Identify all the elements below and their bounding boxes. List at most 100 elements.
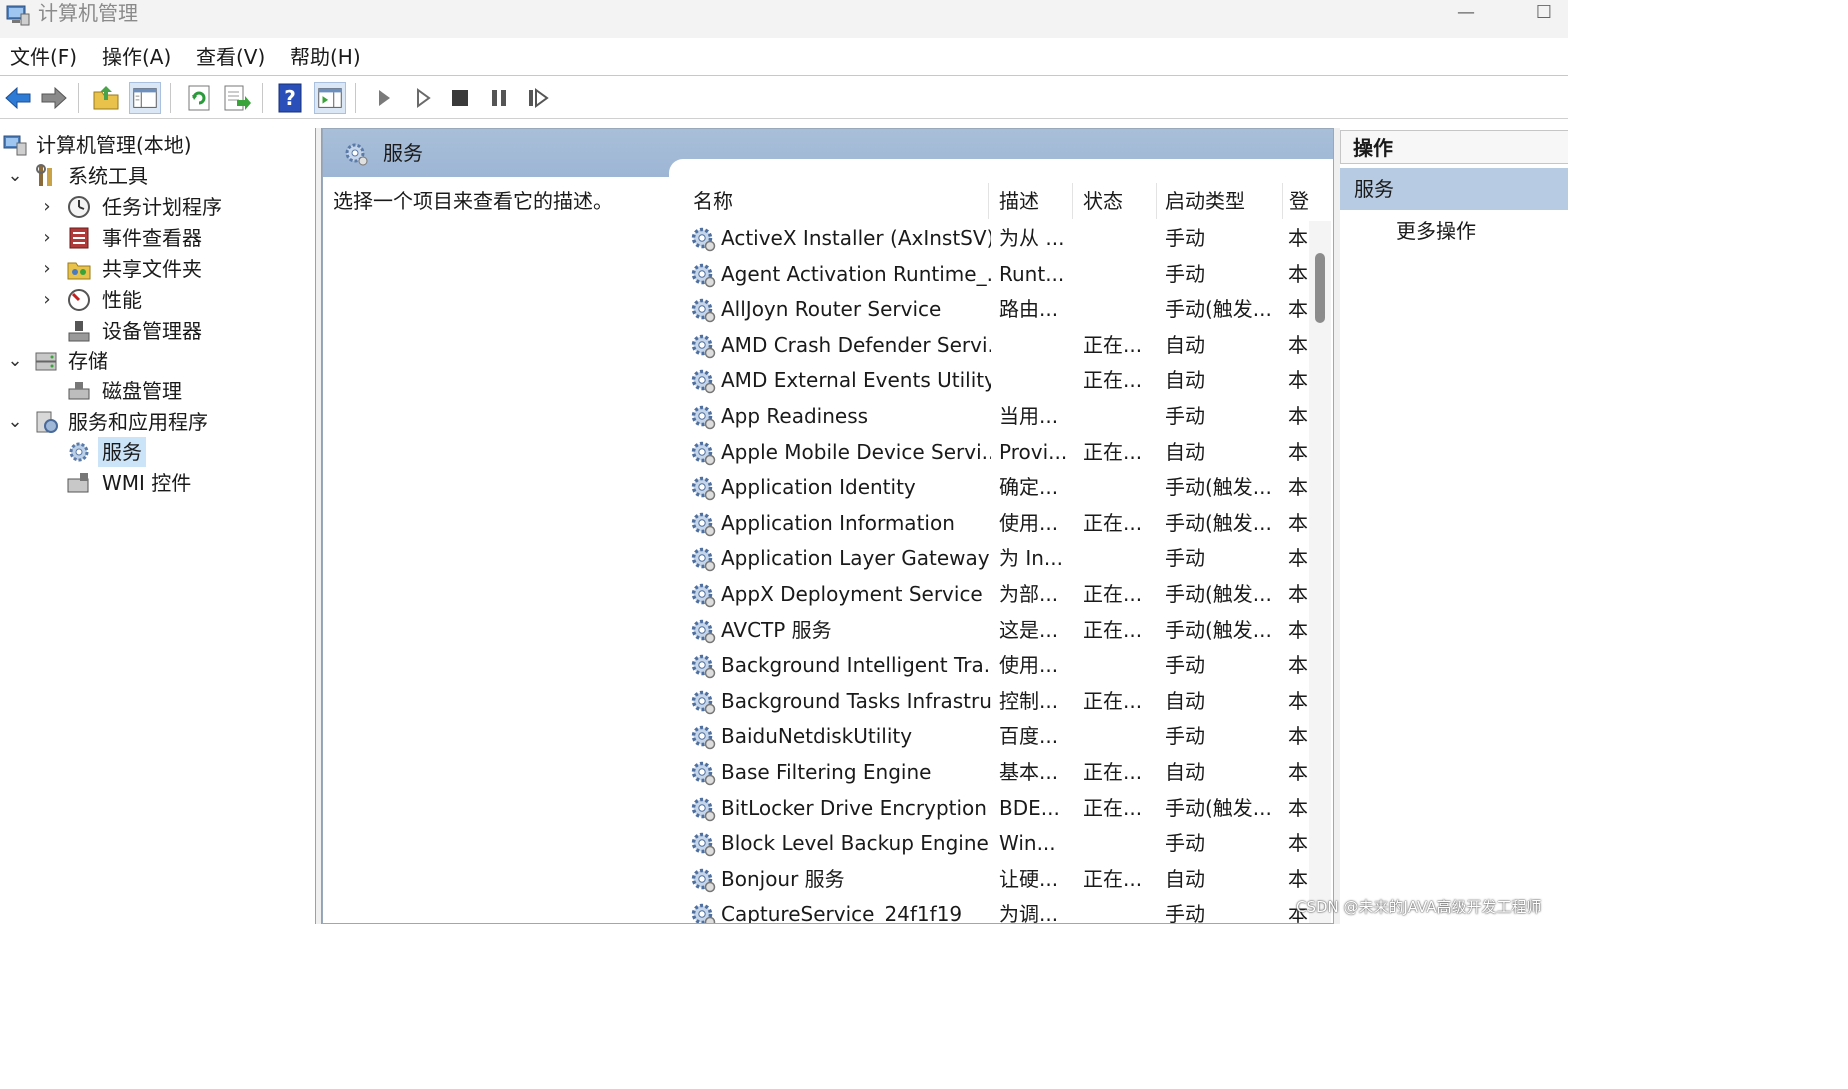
- chevron-down-icon[interactable]: ⌄: [5, 161, 25, 191]
- svg-text:?: ?: [284, 86, 296, 110]
- chevron-down-icon[interactable]: ⌄: [5, 407, 25, 437]
- services-and-applications-icon: [36, 411, 58, 433]
- event-viewer-icon: [69, 227, 89, 249]
- service-row[interactable]: Application Layer Gateway ... 为 In... 手动 本: [687, 541, 1309, 576]
- service-name: Apple Mobile Device Servi...: [721, 439, 991, 464]
- service-row[interactable]: Background Intelligent Tra... 使用... 手动 本: [687, 648, 1309, 683]
- service-row[interactable]: Apple Mobile Device Servi... Provi... 正在..…: [687, 435, 1309, 470]
- service-name: ActiveX Installer (AxInstSV): [721, 226, 991, 250]
- service-row[interactable]: AVCTP 服务 这是... 正在... 手动(触发... 本: [687, 613, 1309, 648]
- service-row[interactable]: BaiduNetdiskUtility 百度... 手动 本: [687, 719, 1309, 754]
- menu-view[interactable]: 查看(V): [196, 44, 265, 70]
- service-row[interactable]: ActiveX Installer (AxInstSV) 为从 ... 手动 本: [687, 221, 1309, 256]
- gear-icon: [69, 442, 89, 462]
- vertical-scrollbar[interactable]: [1309, 221, 1331, 923]
- service-gear-icon: [689, 332, 717, 360]
- chevron-down-icon[interactable]: ⌄: [5, 346, 25, 376]
- action-section-services[interactable]: 服务: [1340, 168, 1568, 210]
- export-list-icon[interactable]: [221, 82, 253, 114]
- chevron-right-icon[interactable]: ›: [37, 254, 57, 284]
- service-row[interactable]: CaptureService_24f1f19 为调... 手动本: [687, 897, 1309, 923]
- service-startup-type: 自动: [1165, 760, 1205, 784]
- start-service-alt-icon[interactable]: [407, 82, 439, 114]
- stop-service-icon[interactable]: [444, 82, 476, 114]
- service-logon: 本: [1288, 795, 1308, 820]
- back-arrow-icon[interactable]: [2, 82, 34, 114]
- service-description: 基本...: [999, 760, 1059, 784]
- service-row[interactable]: Agent Activation Runtime_... Runt... 手动 本: [687, 257, 1309, 292]
- service-name: Application Information: [721, 510, 955, 535]
- pause-service-icon[interactable]: [483, 82, 515, 114]
- minimize-button[interactable]: —: [1452, 2, 1480, 24]
- service-row[interactable]: Block Level Backup Engine ... Win... 手动 本: [687, 826, 1309, 861]
- maximize-button[interactable]: ☐: [1530, 2, 1558, 24]
- service-gear-icon: [689, 296, 717, 324]
- chevron-right-icon[interactable]: ›: [37, 192, 57, 222]
- service-status: 正在...: [1083, 688, 1143, 713]
- service-startup-type: 手动: [1165, 831, 1205, 856]
- more-actions[interactable]: 更多操作: [1396, 216, 1476, 246]
- menu-help[interactable]: 帮助(H): [290, 44, 361, 70]
- menu-file[interactable]: 文件(F): [10, 44, 77, 70]
- service-description: 这是...: [999, 617, 1059, 642]
- service-row[interactable]: Application Identity 确定... 手动(触发... 本: [687, 470, 1309, 505]
- disk-management-icon: [68, 382, 90, 400]
- help-icon[interactable]: ?: [274, 82, 306, 114]
- watermark: CSDN @未来的JAVA高级开发工程师: [1296, 898, 1542, 916]
- service-status: 正在...: [1083, 368, 1143, 393]
- service-name: Background Tasks Infrastru...: [721, 688, 991, 713]
- column-description[interactable]: 描述: [993, 183, 1073, 219]
- service-row[interactable]: App Readiness 当用... 手动 本: [687, 399, 1309, 434]
- service-startup-type: 手动: [1165, 404, 1205, 428]
- scrollbar-thumb[interactable]: [1315, 253, 1325, 323]
- chevron-right-icon[interactable]: ›: [37, 223, 57, 253]
- service-logon: 本: [1288, 439, 1308, 464]
- service-row[interactable]: AMD External Events Utility 正在... 自动 本: [687, 363, 1309, 398]
- forward-arrow-icon[interactable]: [38, 82, 70, 114]
- service-name: Application Identity: [721, 475, 916, 500]
- service-row[interactable]: AppX Deployment Service ... 为部... 正在... 手动(…: [687, 577, 1309, 612]
- chevron-right-icon[interactable]: ›: [37, 285, 57, 315]
- wmi-control-icon: [67, 473, 89, 493]
- service-description: Provi...: [999, 439, 1068, 464]
- service-row[interactable]: Application Information 使用... 正在... 手动(触发..…: [687, 506, 1309, 541]
- service-row[interactable]: Base Filtering Engine 基本... 正在... 自动 本: [687, 755, 1309, 790]
- computer-management-icon: [6, 5, 30, 26]
- show-hide-action-pane-icon[interactable]: [314, 82, 346, 114]
- restart-service-icon[interactable]: [522, 82, 554, 114]
- service-logon: 本: [1288, 582, 1308, 606]
- toolbar: ?: [0, 77, 1568, 119]
- column-logon[interactable]: 登: [1283, 183, 1309, 219]
- service-status: 正在...: [1083, 439, 1143, 464]
- refresh-icon[interactable]: [183, 82, 215, 114]
- service-gear-icon: [689, 545, 717, 573]
- service-name: AMD Crash Defender Servi...: [721, 332, 991, 357]
- up-folder-icon[interactable]: [90, 82, 122, 114]
- service-status: 正在...: [1083, 332, 1143, 357]
- service-row[interactable]: AllJoyn Router Service 路由... 手动(触发... 本: [687, 292, 1309, 327]
- show-hide-console-tree-icon[interactable]: [129, 82, 161, 114]
- service-name: AVCTP 服务: [721, 617, 832, 642]
- start-service-icon[interactable]: [368, 82, 400, 114]
- column-startup-type[interactable]: 启动类型: [1159, 183, 1283, 219]
- service-row[interactable]: BitLocker Drive Encryption ... BDE... 正在..…: [687, 791, 1309, 826]
- service-row[interactable]: Background Tasks Infrastru... 控制... 正在... 自…: [687, 684, 1309, 719]
- service-logon: 本: [1288, 404, 1308, 428]
- title-bar: 计算机管理 — ☐: [0, 0, 1568, 38]
- column-name[interactable]: 名称: [687, 183, 989, 219]
- service-description: 确定...: [999, 475, 1059, 500]
- service-row[interactable]: AMD Crash Defender Servi... 正在... 自动 本: [687, 328, 1309, 363]
- service-row[interactable]: Bonjour 服务 让硬... 正在... 自动 本: [687, 862, 1309, 897]
- column-status[interactable]: 状态: [1077, 183, 1157, 219]
- service-startup-type: 自动: [1165, 332, 1205, 357]
- action-pane-title: 操作: [1340, 130, 1568, 164]
- tools-icon: [36, 164, 52, 186]
- service-status: 正在...: [1083, 795, 1143, 820]
- service-logon: 本: [1288, 297, 1308, 322]
- service-description: 百度...: [999, 724, 1059, 749]
- service-gear-icon: [689, 688, 717, 716]
- service-description: 路由...: [999, 297, 1059, 322]
- service-startup-type: 手动: [1165, 902, 1205, 923]
- menu-action[interactable]: 操作(A): [102, 44, 171, 70]
- service-logon: 本: [1288, 617, 1308, 642]
